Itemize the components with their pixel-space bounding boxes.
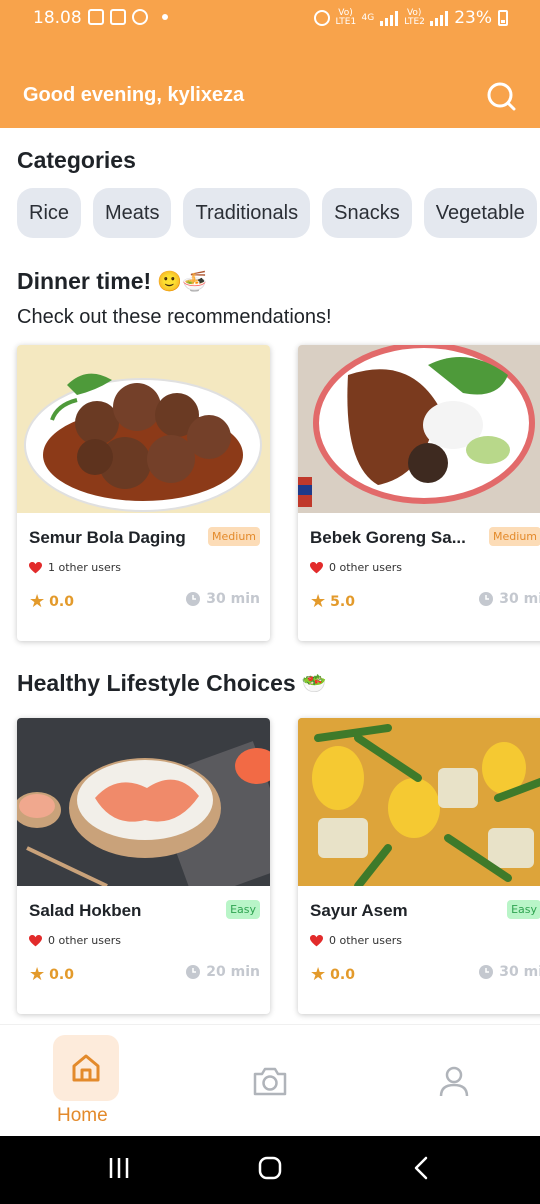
categories-title-text: Categories: [17, 147, 136, 173]
rating: ★ 0.0: [29, 964, 74, 985]
star-icon: ★: [310, 591, 327, 612]
heart-icon: [29, 561, 42, 573]
dinner-subtitle: Check out these recommendations!: [17, 306, 332, 328]
recipe-card[interactable]: Sayur Asem Easy 0 other users ★ 0.0 30 m…: [298, 718, 540, 1014]
rating-value: 0.0: [330, 966, 355, 983]
signal-2-icon: [430, 10, 449, 26]
category-chip-snacks[interactable]: Snacks: [322, 188, 412, 238]
category-chip-rice[interactable]: Rice: [17, 188, 82, 238]
notification-icons: [88, 9, 168, 25]
likes-info: 0 other users: [310, 934, 402, 947]
system-nav-bar: [0, 1136, 540, 1204]
difficulty-badge: Medium: [489, 527, 540, 546]
likes-text: 0 other users: [329, 561, 403, 574]
recipe-name: Bebek Goreng Sa...: [310, 528, 466, 547]
difficulty-badge: Easy: [507, 900, 540, 919]
recipe-image-sayur-asem: [298, 718, 540, 886]
more-notifications-dot: [162, 14, 168, 20]
recipe-card[interactable]: Salad Hokben Easy 0 other users ★ 0.0 20…: [17, 718, 270, 1014]
rating: ★ 0.0: [310, 964, 355, 985]
difficulty-badge: Easy: [226, 900, 260, 919]
cook-time: 30 min: [479, 964, 540, 980]
signal-1-icon: [380, 10, 399, 26]
status-time: 18.08: [33, 8, 82, 28]
network-1-label: Vo) LTE1: [335, 8, 357, 27]
recipe-image-fried-duck: [298, 345, 540, 513]
greeting-text: Good evening, kylixeza: [23, 84, 245, 106]
status-bar: 18.08 Vo) LTE1 4G Vo) LTE2 23%: [0, 0, 540, 36]
star-icon: ★: [29, 964, 46, 985]
recents-icon[interactable]: [108, 1156, 130, 1180]
likes-info: 0 other users: [310, 561, 402, 574]
profile-icon[interactable]: [438, 1065, 470, 1097]
recipe-card[interactable]: Semur Bola Daging Medium 1 other users ★…: [17, 345, 270, 641]
home-icon: [72, 1054, 100, 1082]
healthy-title-text: Healthy Lifestyle Choices: [17, 670, 296, 696]
cook-time: 30 min: [186, 591, 260, 607]
camera-icon[interactable]: [252, 1065, 288, 1097]
nav-home-button[interactable]: [53, 1035, 119, 1101]
network-2-label: Vo) LTE2: [404, 8, 425, 27]
category-chip-vegetable[interactable]: Vegetable: [423, 188, 537, 238]
cook-time-text: 30 min: [499, 964, 540, 980]
category-chip-meats[interactable]: Meats: [93, 188, 172, 238]
heart-icon: [310, 934, 323, 946]
rating-value: 0.0: [49, 966, 74, 983]
clock-icon: [479, 592, 494, 606]
recipe-name: Sayur Asem: [310, 901, 408, 920]
battery-percent: 23%: [454, 8, 492, 28]
dinner-title-text: Dinner time!: [17, 268, 152, 294]
status-right: Vo) LTE1 4G Vo) LTE2 23%: [313, 8, 508, 28]
likes-text: 1 other users: [48, 561, 122, 574]
game-notification-icon: [110, 9, 126, 25]
nav-home-label: Home: [57, 1105, 108, 1126]
heart-icon: [310, 561, 323, 573]
network-gen-label: 4G: [361, 12, 375, 23]
rating: ★ 0.0: [29, 591, 74, 612]
recipe-name: Semur Bola Daging: [29, 528, 186, 547]
hotspot-icon: [313, 10, 330, 26]
bottom-navigation: Home: [0, 1024, 540, 1136]
cook-time-text: 30 min: [499, 591, 540, 607]
cook-time: 30 min: [479, 591, 540, 607]
cook-time: 20 min: [186, 964, 260, 980]
likes-text: 0 other users: [48, 934, 122, 947]
gallery-notification-icon: [88, 9, 104, 25]
healthy-title: Healthy Lifestyle Choices 🥗: [17, 670, 327, 697]
app-header: 18.08 Vo) LTE1 4G Vo) LTE2 23% Good even…: [0, 0, 540, 128]
category-chip-traditionals[interactable]: Traditionals: [183, 188, 311, 238]
dnd-icon: [132, 9, 148, 25]
clock-icon: [479, 965, 494, 979]
category-chips: Rice Meats Traditionals Snacks Vegetable: [17, 188, 537, 238]
cook-time-text: 20 min: [206, 964, 260, 980]
recipe-card[interactable]: Bebek Goreng Sa... Medium 0 other users …: [298, 345, 540, 641]
likes-text: 0 other users: [329, 934, 403, 947]
rating-value: 5.0: [330, 593, 355, 610]
search-icon[interactable]: [484, 80, 518, 114]
clock-icon: [186, 965, 201, 979]
recipe-image-salad: [17, 718, 270, 886]
heart-icon: [29, 934, 42, 946]
clock-icon: [186, 592, 201, 606]
back-icon[interactable]: [412, 1156, 430, 1180]
categories-title: Categories: [17, 147, 136, 174]
likes-info: 0 other users: [29, 934, 121, 947]
cook-time-text: 30 min: [206, 591, 260, 607]
rating: ★ 5.0: [310, 591, 355, 612]
difficulty-badge: Medium: [208, 527, 260, 546]
healthy-emoji: 🥗: [301, 673, 327, 695]
home-system-icon[interactable]: [258, 1156, 282, 1180]
dinner-title: Dinner time! 🙂🍜: [17, 268, 207, 295]
dinner-emoji: 🙂🍜: [157, 271, 207, 293]
recipe-name: Salad Hokben: [29, 901, 142, 920]
battery-icon: [498, 10, 508, 26]
rating-value: 0.0: [49, 593, 74, 610]
star-icon: ★: [310, 964, 327, 985]
recipe-image-meatballs: [17, 345, 270, 513]
likes-info: 1 other users: [29, 561, 121, 574]
star-icon: ★: [29, 591, 46, 612]
